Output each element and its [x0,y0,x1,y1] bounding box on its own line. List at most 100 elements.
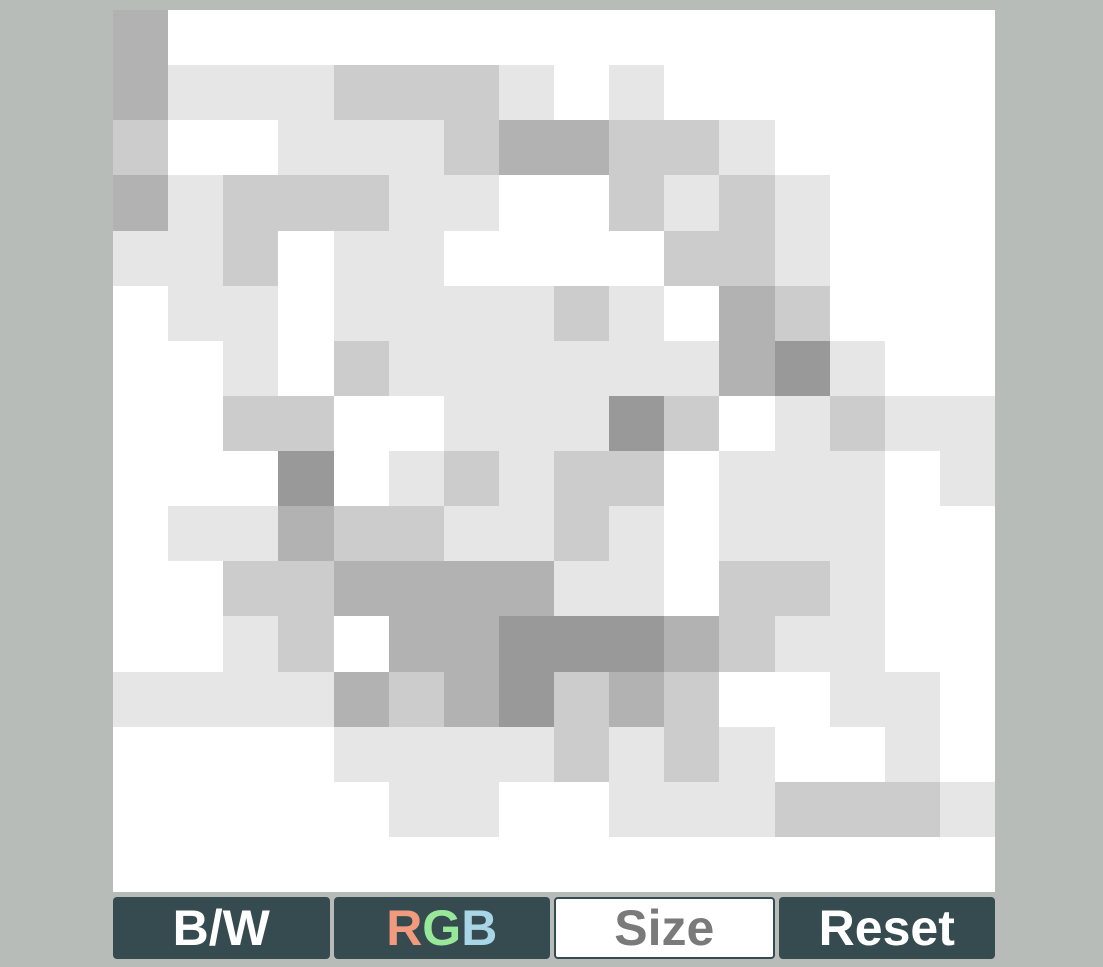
pixel-cell[interactable] [498,616,554,672]
pixel-cell[interactable] [719,726,775,782]
pixel-cell[interactable] [278,781,334,837]
pixel-cell[interactable] [498,395,554,451]
size-button[interactable]: Size [554,897,775,959]
pixel-cell[interactable] [719,230,775,286]
pixel-cell[interactable] [443,230,499,286]
pixel-cell[interactable] [168,561,224,617]
pixel-cell[interactable] [829,616,885,672]
pixel-cell[interactable] [884,781,940,837]
pixel-cell[interactable] [388,451,444,507]
pixel-cell[interactable] [554,230,610,286]
pixel-cell[interactable] [609,616,665,672]
pixel-cell[interactable] [829,451,885,507]
pixel-cell[interactable] [223,120,279,176]
pixel-cell[interactable] [774,340,830,396]
pixel-cell[interactable] [884,506,940,562]
pixel-cell[interactable] [829,726,885,782]
pixel-cell[interactable] [939,340,995,396]
pixel-cell[interactable] [278,836,334,892]
pixel-cell[interactable] [554,726,610,782]
pixel-cell[interactable] [719,395,775,451]
pixel-cell[interactable] [609,230,665,286]
pixel-cell[interactable] [884,65,940,121]
pixel-cell[interactable] [388,506,444,562]
pixel-cell[interactable] [223,65,279,121]
pixel-cell[interactable] [278,65,334,121]
pixel-cell[interactable] [498,836,554,892]
pixel-cell[interactable] [113,175,169,231]
pixel-cell[interactable] [554,120,610,176]
pixel-canvas[interactable] [113,10,995,892]
pixel-cell[interactable] [939,451,995,507]
pixel-cell[interactable] [829,285,885,341]
pixel-cell[interactable] [168,781,224,837]
pixel-cell[interactable] [829,671,885,727]
pixel-cell[interactable] [113,10,169,66]
pixel-cell[interactable] [168,671,224,727]
rgb-button[interactable]: RGB [333,897,550,959]
pixel-cell[interactable] [884,836,940,892]
pixel-cell[interactable] [388,65,444,121]
pixel-cell[interactable] [223,616,279,672]
pixel-cell[interactable] [278,506,334,562]
pixel-cell[interactable] [223,175,279,231]
pixel-cell[interactable] [884,230,940,286]
pixel-cell[interactable] [223,10,279,66]
pixel-cell[interactable] [388,10,444,66]
pixel-cell[interactable] [884,340,940,396]
pixel-cell[interactable] [388,285,444,341]
pixel-cell[interactable] [443,120,499,176]
pixel-cell[interactable] [774,506,830,562]
pixel-cell[interactable] [443,10,499,66]
pixel-cell[interactable] [168,175,224,231]
pixel-cell[interactable] [554,451,610,507]
pixel-cell[interactable] [443,285,499,341]
pixel-cell[interactable] [223,506,279,562]
pixel-cell[interactable] [333,285,389,341]
pixel-cell[interactable] [884,671,940,727]
pixel-cell[interactable] [829,230,885,286]
pixel-cell[interactable] [664,726,720,782]
pixel-cell[interactable] [884,10,940,66]
pixel-cell[interactable] [829,340,885,396]
pixel-cell[interactable] [168,451,224,507]
pixel-cell[interactable] [939,10,995,66]
pixel-cell[interactable] [278,10,334,66]
pixel-cell[interactable] [609,671,665,727]
pixel-cell[interactable] [939,726,995,782]
pixel-cell[interactable] [498,65,554,121]
pixel-cell[interactable] [609,451,665,507]
pixel-cell[interactable] [774,285,830,341]
pixel-cell[interactable] [443,726,499,782]
pixel-cell[interactable] [609,781,665,837]
pixel-cell[interactable] [113,285,169,341]
pixel-cell[interactable] [498,230,554,286]
pixel-cell[interactable] [168,65,224,121]
pixel-cell[interactable] [609,836,665,892]
pixel-cell[interactable] [498,285,554,341]
pixel-cell[interactable] [664,340,720,396]
pixel-cell[interactable] [113,230,169,286]
pixel-cell[interactable] [774,726,830,782]
pixel-cell[interactable] [443,65,499,121]
pixel-cell[interactable] [609,120,665,176]
pixel-cell[interactable] [664,671,720,727]
reset-button[interactable]: Reset [778,897,995,959]
pixel-cell[interactable] [774,451,830,507]
pixel-cell[interactable] [719,781,775,837]
pixel-cell[interactable] [719,10,775,66]
pixel-cell[interactable] [719,561,775,617]
pixel-cell[interactable] [333,175,389,231]
pixel-cell[interactable] [113,561,169,617]
pixel-cell[interactable] [113,836,169,892]
pixel-cell[interactable] [333,561,389,617]
pixel-cell[interactable] [443,781,499,837]
pixel-cell[interactable] [278,561,334,617]
pixel-cell[interactable] [884,285,940,341]
pixel-cell[interactable] [388,120,444,176]
pixel-cell[interactable] [939,65,995,121]
pixel-cell[interactable] [113,671,169,727]
pixel-cell[interactable] [388,561,444,617]
pixel-cell[interactable] [554,395,610,451]
pixel-cell[interactable] [609,561,665,617]
